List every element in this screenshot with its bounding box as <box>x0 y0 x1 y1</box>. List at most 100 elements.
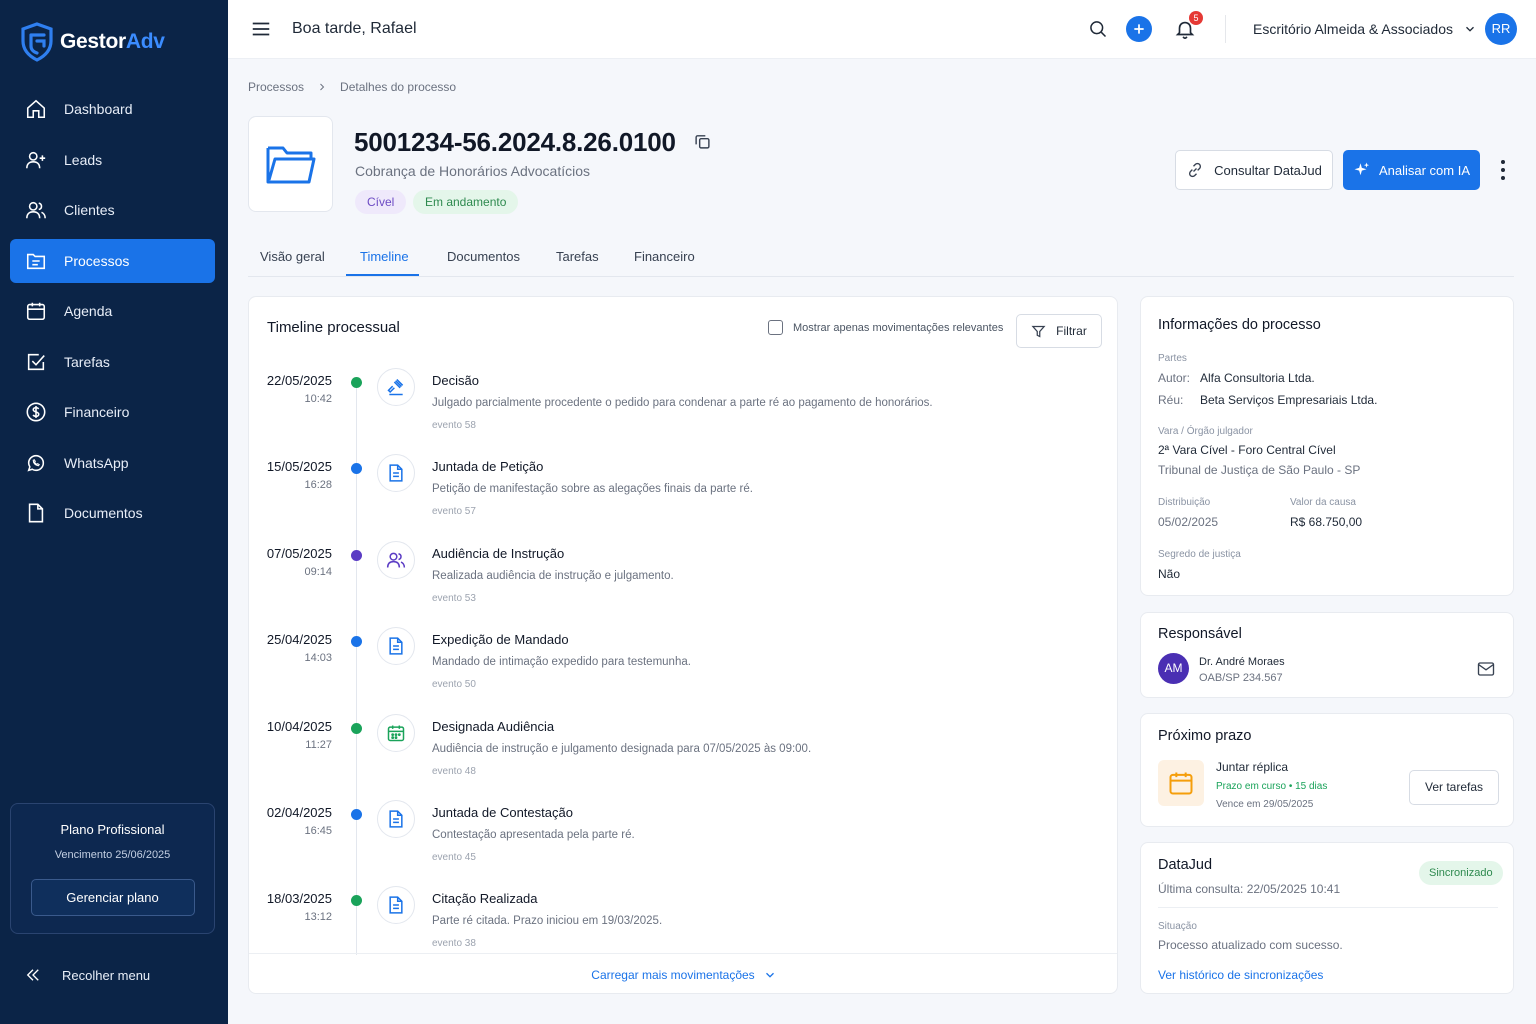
defendant-value: Beta Serviços Empresariais Ltda. <box>1200 393 1378 407</box>
checkbox-box[interactable] <box>768 320 783 335</box>
sidebar-item-agenda[interactable]: Agenda <box>10 289 215 333</box>
sparkles-icon <box>1353 161 1371 179</box>
tab-documentos[interactable]: Documentos <box>447 249 520 264</box>
deadline-title: Próximo prazo <box>1158 728 1252 744</box>
event-number: evento 45 <box>432 852 476 863</box>
sidebar-item-dashboard[interactable]: Dashboard <box>10 87 215 131</box>
consult-datajud-label: Consultar DataJud <box>1214 162 1322 178</box>
sidebar-item-whatsapp[interactable]: WhatsApp <box>10 441 215 485</box>
event-title: Juntada de Contestação <box>432 805 573 820</box>
sidebar-item-processos[interactable]: Processos <box>10 238 215 283</box>
tab-timeline[interactable]: Timeline <box>360 249 409 264</box>
event-title: Citação Realizada <box>432 891 538 906</box>
folder-icon <box>24 249 48 273</box>
deadline-task: Juntar réplica <box>1216 760 1289 774</box>
tab-financeiro[interactable]: Financeiro <box>634 249 695 264</box>
relevant-only-label: Mostrar apenas movimentações relevantes <box>793 321 1004 334</box>
copy-icon[interactable] <box>694 133 711 150</box>
topbar: Boa tarde, Rafael 5 Escritório Almeida &… <box>228 0 1536 59</box>
responsible-card: Responsável AM Dr. André Moraes OAB/SP 2… <box>1140 612 1514 698</box>
timeline-title: Timeline processual <box>267 319 400 336</box>
sidebar-item-label: Financeiro <box>64 404 130 420</box>
analyze-ai-button[interactable]: Analisar com IA <box>1343 150 1480 190</box>
breadcrumb-processos[interactable]: Processos <box>248 80 304 94</box>
plan-expiry: Vencimento 25/06/2025 <box>54 849 171 861</box>
tab-tarefas[interactable]: Tarefas <box>556 249 599 264</box>
event-dot <box>351 809 362 820</box>
user-plus-icon <box>24 148 48 172</box>
author-value: Alfa Consultoria Ltda. <box>1200 371 1315 385</box>
view-tasks-button[interactable]: Ver tarefas <box>1409 770 1499 805</box>
event-date: 10/04/2025 <box>266 719 332 734</box>
timeline-event[interactable]: 22/05/2025 10:42 Decisão Julgado parcial… <box>249 368 1117 459</box>
sidebar-item-label: Documentos <box>64 505 143 521</box>
situation-label: Situação <box>1158 921 1197 932</box>
event-description: Contestação apresentada pela parte ré. <box>432 829 635 841</box>
process-info-card: Informações do processo Partes Autor: Al… <box>1140 296 1514 596</box>
double-chevron-left-icon <box>24 966 42 984</box>
search-icon[interactable] <box>1088 19 1108 39</box>
process-tabs: Visão geral Timeline Documentos Tarefas … <box>248 240 1514 277</box>
calendar-icon <box>1158 760 1204 806</box>
collapse-menu-button[interactable]: Recolher menu <box>24 966 150 984</box>
event-title: Audiência de Instrução <box>432 546 565 561</box>
event-date: 22/05/2025 <box>266 373 332 388</box>
load-more-button[interactable]: Carregar mais movimentações <box>249 953 1117 993</box>
hamburger-menu-icon[interactable] <box>250 18 272 40</box>
greeting: Boa tarde, Rafael <box>292 20 417 37</box>
event-date: 07/05/2025 <box>266 546 332 561</box>
chevron-down-icon <box>1463 22 1477 36</box>
timeline-event[interactable]: 15/05/2025 16:28 Juntada de Petição Peti… <box>249 454 1117 545</box>
event-date: 25/04/2025 <box>266 632 332 647</box>
users-icon <box>24 198 48 222</box>
chevron-down-icon <box>763 968 777 982</box>
brand-name: GestorAdv <box>60 30 165 53</box>
sync-history-link[interactable]: Ver histórico de sincronizações <box>1158 968 1323 982</box>
process-subject: Cobrança de Honorários Advocatícios <box>355 163 591 179</box>
timeline-event[interactable]: 02/04/2025 16:45 Juntada de Contestação … <box>249 800 1117 891</box>
sidebar-item-label: WhatsApp <box>64 454 129 471</box>
manage-plan-button[interactable]: Gerenciar plano <box>30 879 195 916</box>
timeline-event[interactable]: 07/05/2025 09:14 Audiência de Instrução … <box>249 541 1117 632</box>
shield-logo-icon <box>20 22 54 62</box>
calendar-icon <box>377 714 415 752</box>
timeline-event[interactable]: 25/04/2025 14:03 Expedição de Mandado Ma… <box>249 627 1117 718</box>
sidebar-item-label: Processos <box>64 252 130 269</box>
consult-datajud-button[interactable]: Consultar DataJud <box>1175 150 1333 190</box>
tab-visao-geral[interactable]: Visão geral <box>260 249 325 264</box>
process-folder-icon-box <box>248 116 333 212</box>
sidebar: GestorAdv Dashboard Leads Clientes Proce… <box>0 0 228 1024</box>
more-options-icon[interactable] <box>1494 158 1512 182</box>
document-icon <box>377 627 415 665</box>
brand-logo[interactable]: GestorAdv <box>20 22 165 62</box>
event-dot <box>351 636 362 647</box>
timeline-event[interactable]: 10/04/2025 11:27 Designada Audiência Aud… <box>249 714 1117 805</box>
deadline-due: Vence em 29/05/2025 <box>1216 799 1314 810</box>
office-selector[interactable]: Escritório Almeida & Associados <box>1253 21 1477 37</box>
sidebar-item-tarefas[interactable]: Tarefas <box>10 340 215 384</box>
add-new-button[interactable] <box>1126 16 1152 42</box>
process-number: 5001234-56.2024.8.26.0100 <box>354 127 676 157</box>
event-time: 11:27 <box>305 739 332 751</box>
sidebar-item-financeiro[interactable]: Financeiro <box>10 390 215 434</box>
user-avatar[interactable]: RR <box>1485 13 1517 45</box>
sidebar-item-label: Tarefas <box>64 353 110 370</box>
filter-button[interactable]: Filtrar <box>1016 314 1102 348</box>
area-tag: Cível <box>355 190 407 214</box>
distribution-label: Distribuição <box>1158 497 1211 508</box>
event-date: 02/04/2025 <box>266 805 332 820</box>
event-time: 16:45 <box>304 825 332 837</box>
event-dot <box>351 895 362 906</box>
secrecy-value: Não <box>1158 567 1181 581</box>
mail-icon[interactable] <box>1477 661 1495 677</box>
notification-count-badge: 5 <box>1189 11 1203 25</box>
relevant-only-checkbox[interactable]: Mostrar apenas movimentações relevantes <box>768 320 1003 335</box>
deadline-status: Prazo em curso <box>1216 781 1287 792</box>
sidebar-item-leads[interactable]: Leads <box>10 138 215 182</box>
value-amount: R$ 68.750,00 <box>1290 515 1363 529</box>
home-icon <box>24 97 48 121</box>
sidebar-item-clientes[interactable]: Clientes <box>10 188 215 232</box>
event-description: Audiência de instrução e julgamento desi… <box>432 743 812 755</box>
sidebar-item-documentos[interactable]: Documentos <box>10 491 215 535</box>
avatar: AM <box>1158 653 1189 684</box>
